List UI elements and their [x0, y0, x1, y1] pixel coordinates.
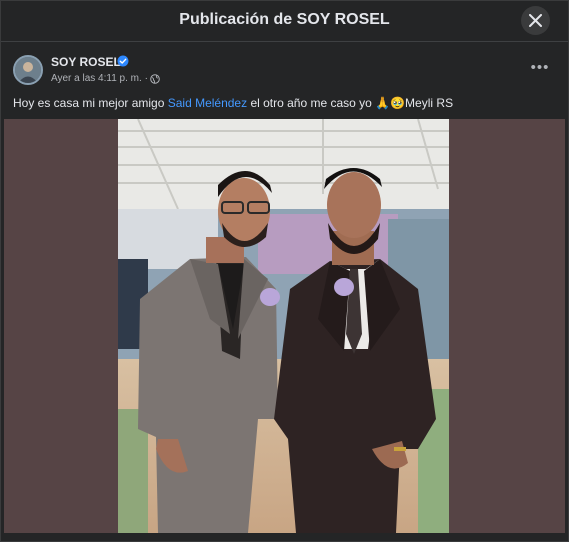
- media-viewer: [4, 119, 565, 533]
- close-button[interactable]: [521, 6, 550, 35]
- mention-link[interactable]: Said Meléndez: [168, 96, 247, 110]
- post-header: SOY ROSEL Ayer a las 4:11 p. m. · •••: [1, 49, 568, 91]
- verified-badge-icon: [117, 55, 129, 67]
- author-avatar[interactable]: [13, 55, 43, 85]
- modal-title: Publicación de SOY ROSEL: [179, 11, 390, 28]
- photo-illustration: [118, 119, 449, 533]
- more-options-button[interactable]: •••: [528, 59, 552, 79]
- close-icon: [529, 14, 542, 27]
- author-name[interactable]: SOY ROSEL: [51, 55, 121, 69]
- post-modal: Publicación de SOY ROSEL SOY ROSEL Ayer …: [0, 0, 569, 542]
- post-text: Hoy es casa mi mejor amigo Said Meléndez…: [13, 96, 453, 110]
- post-text-intro: Hoy es casa mi mejor amigo: [13, 96, 168, 110]
- avatar-image: [15, 57, 41, 83]
- post-text-rest: el otro año me caso yo 🙏🥹Meyli RS: [247, 96, 454, 110]
- modal-header: Publicación de SOY ROSEL: [1, 1, 568, 42]
- globe-icon: [150, 74, 160, 84]
- post-photo[interactable]: [118, 119, 449, 533]
- more-options-icon: •••: [530, 59, 550, 76]
- post-timestamp[interactable]: Ayer a las 4:11 p. m. ·: [51, 73, 148, 84]
